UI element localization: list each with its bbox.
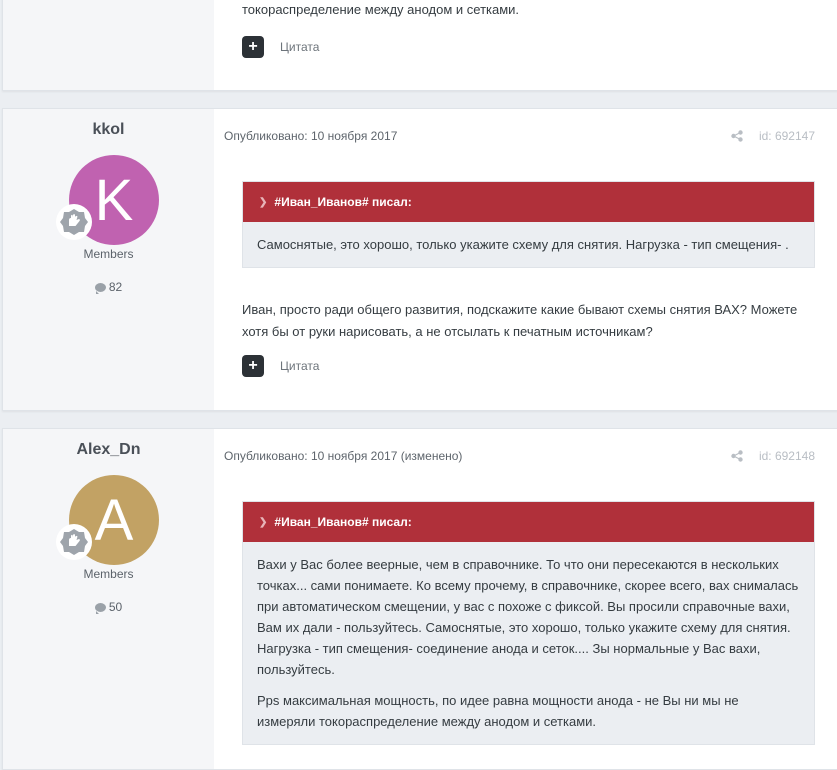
- quote-paragraph: Самоснятые, это хорошо, только укажите с…: [257, 237, 789, 252]
- author-name[interactable]: Alex_Dn: [3, 441, 214, 459]
- quote-block: ❯ #Иван_Иванов# писал: Самоснятые, это х…: [242, 181, 815, 268]
- post-count: 82: [3, 280, 214, 294]
- quote-paragraph: Pps максимальная мощность, по идее равна…: [257, 693, 739, 729]
- plus-icon: +: [248, 357, 258, 374]
- multiquote-button[interactable]: +: [242, 36, 264, 58]
- plus-icon: +: [248, 38, 258, 55]
- author-column: Alex_Dn A Members 50: [3, 429, 214, 769]
- post-count: 50: [3, 600, 214, 614]
- post-content: токораспределение между анодом и сетками…: [214, 0, 837, 90]
- post-date[interactable]: Опубликовано: 10 ноября 2017 (изменено): [224, 449, 462, 463]
- post-tools: id: 692148: [731, 449, 815, 463]
- quote-header[interactable]: ❯ #Иван_Иванов# писал:: [243, 502, 814, 542]
- comment-bubble-icon: [94, 603, 106, 614]
- post-actions: + Цитата: [242, 355, 319, 377]
- post-id[interactable]: id: 692147: [759, 129, 815, 143]
- post-count-value: 50: [108, 600, 123, 614]
- share-icon[interactable]: [731, 450, 743, 462]
- post-previous: токораспределение между анодом и сетками…: [2, 0, 837, 91]
- quote-link[interactable]: Цитата: [280, 40, 319, 54]
- author-column: [3, 0, 214, 90]
- post-date[interactable]: Опубликовано: 10 ноября 2017: [224, 129, 397, 143]
- quote-block: ❯ #Иван_Иванов# писал: Вахи у Вас более …: [242, 501, 815, 745]
- share-icon[interactable]: [731, 130, 743, 142]
- quote-body: Самоснятые, это хорошо, только укажите с…: [243, 222, 814, 267]
- post-actions: + Цитата: [242, 36, 319, 58]
- chevron-down-icon[interactable]: ❯: [259, 517, 267, 528]
- post-content: Опубликовано: 10 ноября 2017 id: 692147 …: [214, 109, 837, 410]
- author-name[interactable]: kkol: [3, 121, 214, 139]
- rank-badge-icon: [56, 524, 92, 560]
- post-count-value: 82: [108, 280, 123, 294]
- post-text-tail: токораспределение между анодом и сетками…: [242, 2, 520, 17]
- quote-author: #Иван_Иванов# писал:: [274, 195, 412, 209]
- chevron-down-icon[interactable]: ❯: [259, 197, 267, 208]
- quote-header[interactable]: ❯ #Иван_Иванов# писал:: [243, 182, 814, 222]
- member-group: Members: [83, 567, 134, 581]
- post-text: токораспределение между анодом и сетками…: [242, 0, 815, 21]
- quote-body: Вахи у Вас более веерные, чем в справочн…: [243, 542, 814, 744]
- post-alex-dn: Alex_Dn A Members 50 Опубликовано: 10 но…: [2, 428, 837, 770]
- post-tools: id: 692147: [731, 129, 815, 143]
- rank-badge-icon: [56, 204, 92, 240]
- post-content: Опубликовано: 10 ноября 2017 (изменено) …: [214, 429, 837, 769]
- multiquote-button[interactable]: +: [242, 355, 264, 377]
- quote-link[interactable]: Цитата: [280, 359, 319, 373]
- author-column: kkol K Members 82: [3, 109, 214, 410]
- member-group: Members: [83, 247, 134, 261]
- post-text: Иван, просто ради общего развития, подск…: [242, 302, 798, 339]
- quote-paragraph: Вахи у Вас более веерные, чем в справочн…: [257, 557, 799, 677]
- quote-author: #Иван_Иванов# писал:: [274, 515, 412, 529]
- post-kkol: kkol K Members 82 Опубликовано: 10 ноябр…: [2, 108, 837, 411]
- comment-bubble-icon: [94, 283, 106, 294]
- post-id[interactable]: id: 692148: [759, 449, 815, 463]
